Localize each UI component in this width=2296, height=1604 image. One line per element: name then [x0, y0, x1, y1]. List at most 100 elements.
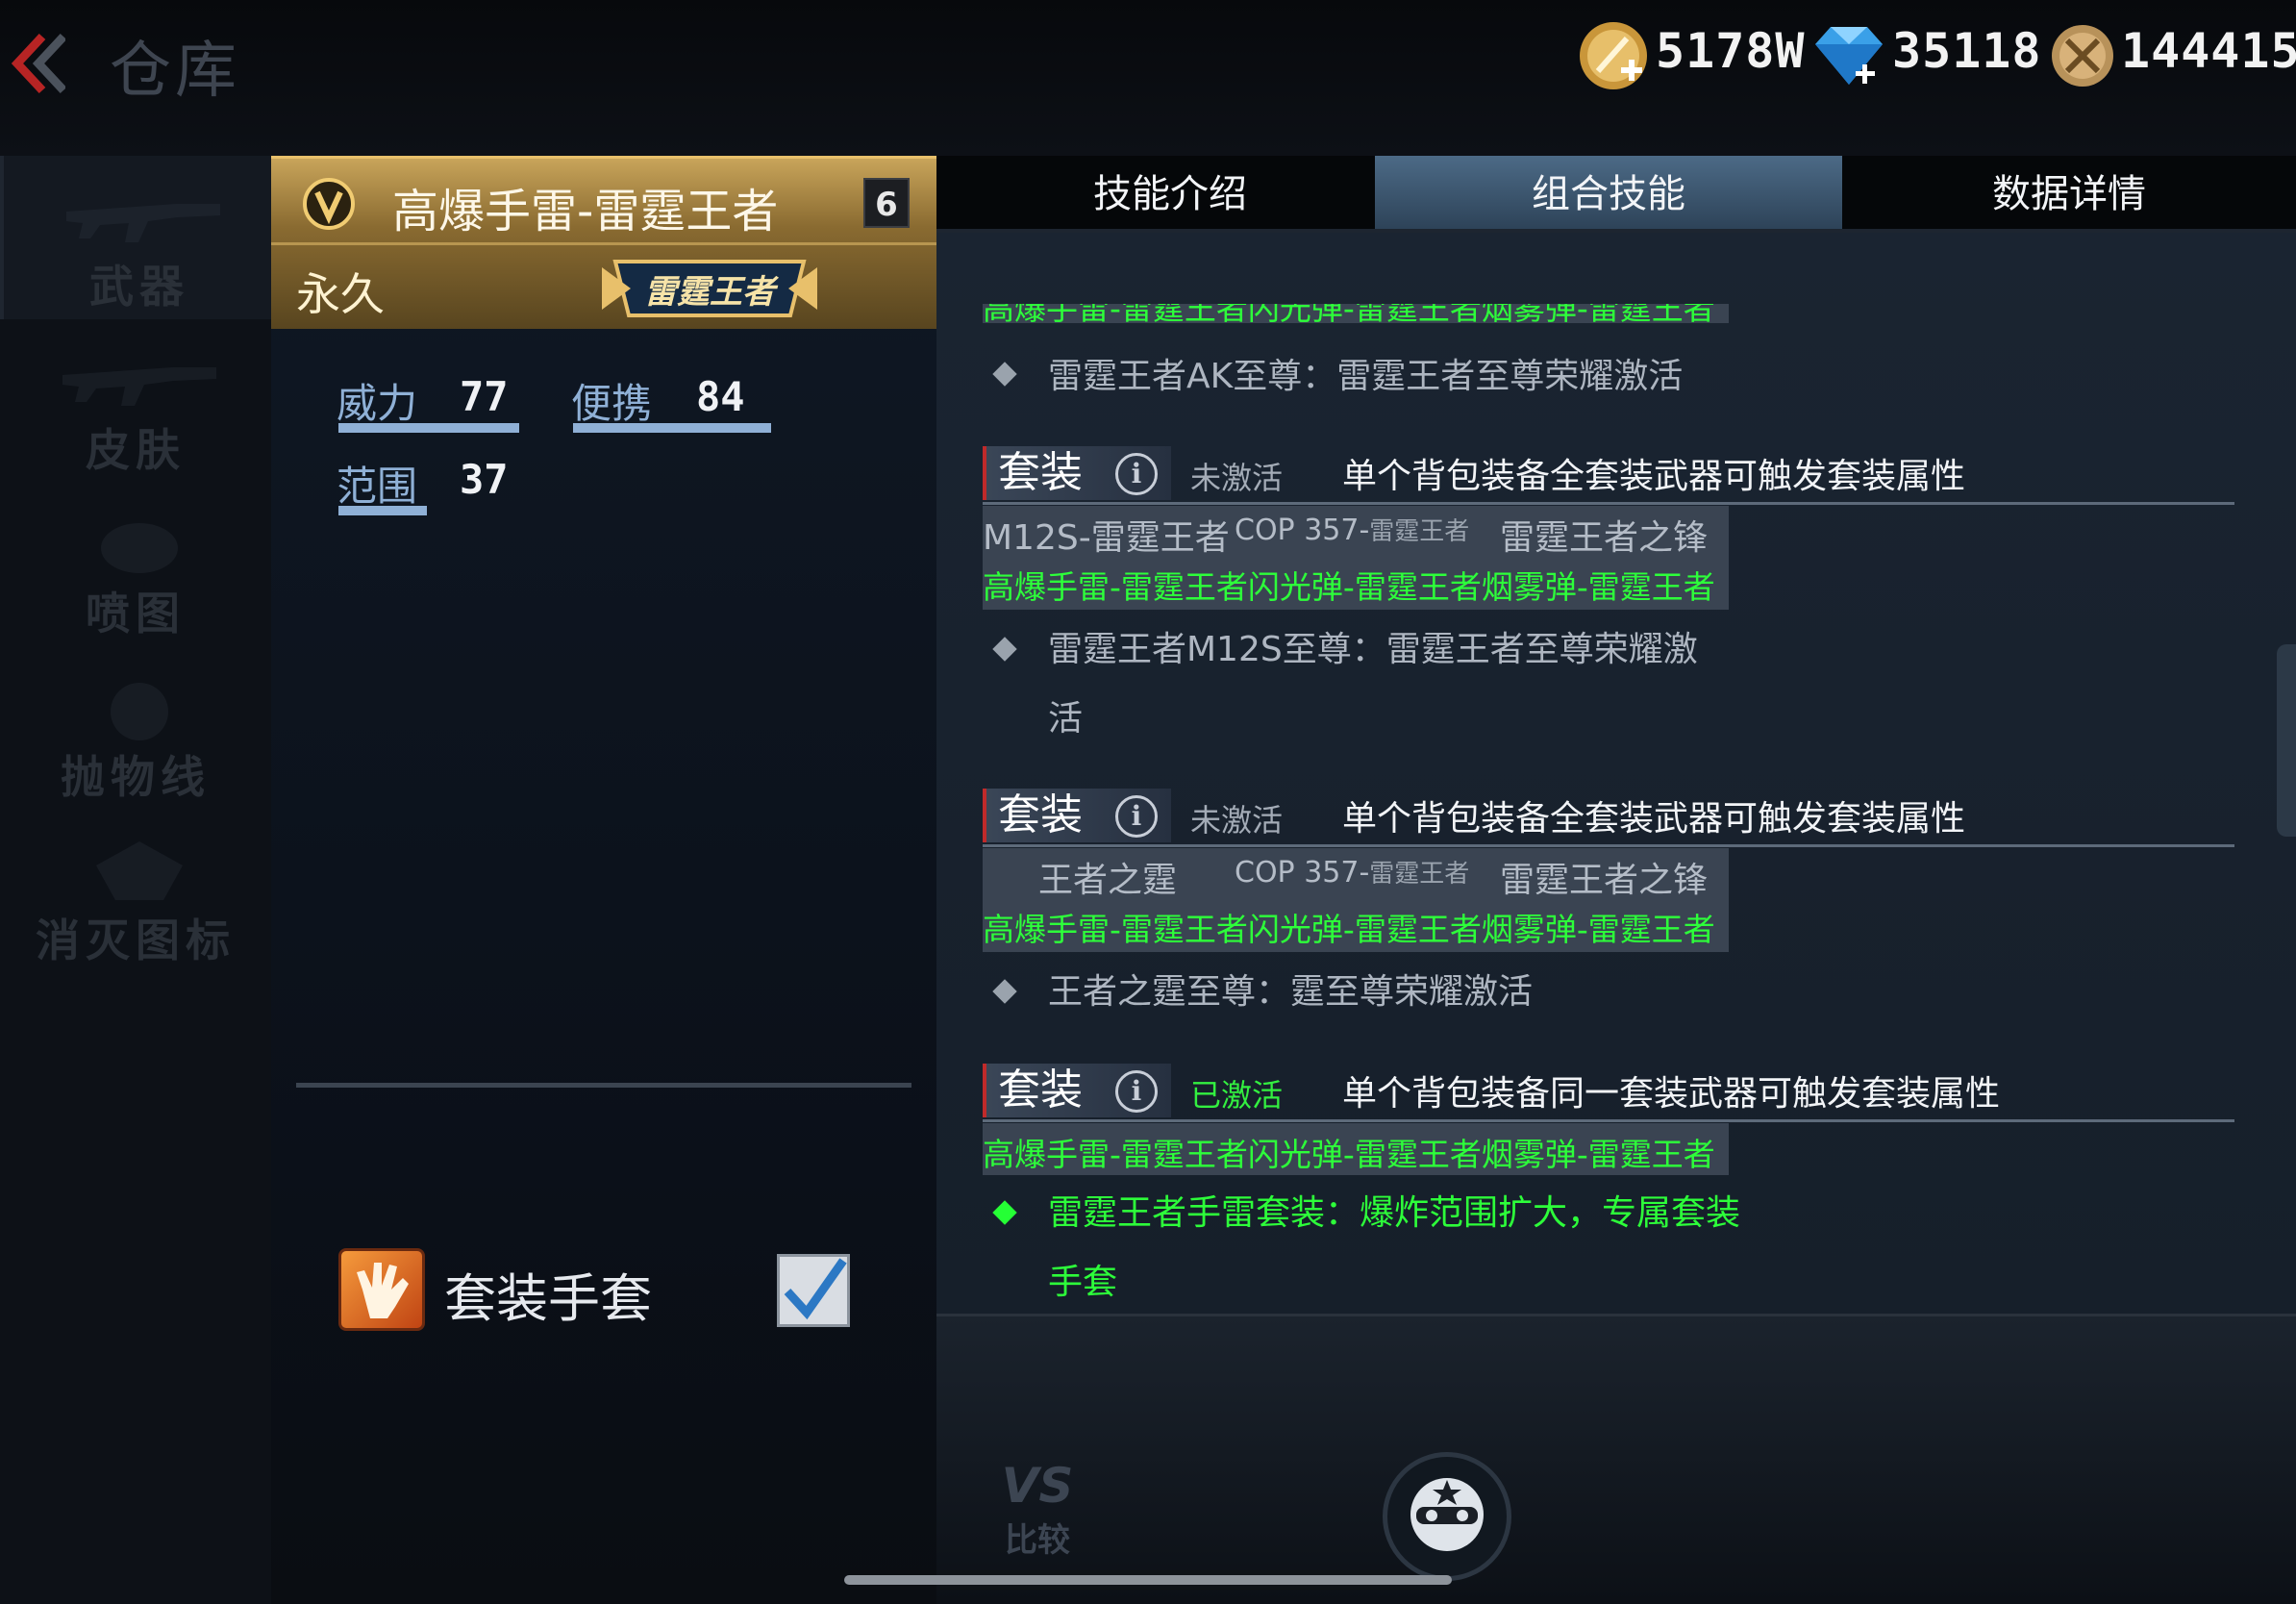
character-avatar-button[interactable]: [1383, 1452, 1511, 1581]
tab-bar: 技能介绍 组合技能 数据详情: [936, 156, 2296, 233]
home-indicator: [844, 1575, 1452, 1585]
set-bonus-text-active-cont: 手套: [1048, 1263, 1118, 1302]
bullet-icon-active: [992, 1200, 1017, 1225]
panel-divider: [296, 1083, 911, 1088]
set-description: 单个背包装备全套装武器可触发套装属性: [1342, 799, 1966, 839]
set-description: 单个背包装备同一套装武器可触发套装属性: [1342, 1074, 2001, 1114]
diamond-icon[interactable]: [1806, 19, 1892, 92]
stat-label-range: 范围: [337, 463, 418, 510]
series-badge-text: 雷霆王者: [644, 273, 775, 312]
gold-amount: 5178W: [1656, 23, 1806, 79]
set-tag-label: 套装: [998, 790, 1083, 840]
stat-bar-range: [338, 506, 427, 515]
set-glove-checkbox[interactable]: [777, 1254, 850, 1327]
stat-value-range: 37: [460, 456, 509, 503]
sidebar-item-weapons[interactable]: 武器: [0, 156, 271, 319]
side-drawer-handle[interactable]: [2277, 644, 2296, 837]
combo-skill-list[interactable]: 高爆手雷-雷霆王者闪光弹-雷霆王者烟雾弹-雷霆王者 雷霆王者AK至尊：雷霆王者至…: [936, 233, 2296, 1314]
info-icon[interactable]: i: [1115, 795, 1158, 838]
sidebar-item-kill-icons[interactable]: 消灭图标: [0, 810, 271, 973]
set-weapon-b: COP 357-雷霆王者: [1235, 512, 1469, 547]
sidebar-item-sprays[interactable]: 喷图: [0, 483, 271, 646]
set-divider: [983, 1119, 2234, 1122]
set-weapon-box: M12S-雷霆王者 COP 357-雷霆王者 雷霆王者之锋 高爆手雷-雷霆王者闪…: [983, 506, 1729, 610]
stat-label-power: 威力: [337, 380, 418, 427]
set-weapon-list-green: 高爆手雷-雷霆王者闪光弹-雷霆王者烟雾弹-雷霆王者: [983, 911, 1715, 948]
stat-value-portability: 84: [696, 373, 745, 420]
header-divider: [271, 242, 936, 245]
sidebar-item-label: 皮肤: [86, 424, 186, 476]
rifle-skin-icon: [62, 367, 216, 406]
glove-icon: [338, 1248, 425, 1331]
set-weapon-box: 王者之霆 COP 357-雷霆王者 雷霆王者之锋 高爆手雷-雷霆王者闪光弹-雷霆…: [983, 848, 1729, 952]
set-status-active: 已激活: [1190, 1077, 1284, 1114]
rifle-icon: [66, 204, 220, 242]
vs-icon: VS: [1001, 1458, 1074, 1514]
bullet-icon: [992, 362, 1017, 387]
set-weapon-a: M12S-雷霆王者: [983, 518, 1230, 558]
tab-data-details[interactable]: 数据详情: [1842, 156, 2296, 233]
stat-bar-portability: [573, 423, 771, 433]
compare-label: 比较: [1005, 1521, 1070, 1560]
item-name: 高爆手雷-雷霆王者: [392, 185, 779, 238]
sidebar-item-label: 消灭图标: [36, 915, 236, 966]
weapon-preview-area: [936, 1314, 2296, 1604]
duration-label: 永久: [296, 268, 385, 320]
series-badge-logo: 雷霆王者: [602, 254, 817, 323]
honor-medal-icon[interactable]: [2046, 19, 2119, 92]
set-tag-label: 套装: [998, 1065, 1083, 1115]
set-weapon-list-green: 高爆手雷-雷霆王者闪光弹-雷霆王者烟雾弹-雷霆王者: [983, 304, 1715, 323]
sidebar-item-label: 抛物线: [61, 751, 211, 803]
set-weapon-row: 高爆手雷-雷霆王者闪光弹-雷霆王者烟雾弹-雷霆王者: [983, 304, 1729, 323]
set-weapon-c: 雷霆王者之锋: [1500, 518, 1709, 558]
set-weapon-b-sub: 雷霆王者: [1369, 517, 1470, 546]
set-weapon-a: 王者之霆: [1038, 861, 1178, 900]
info-icon[interactable]: i: [1115, 453, 1158, 495]
spray-icon: [101, 523, 178, 573]
set-status-inactive: 未激活: [1190, 802, 1284, 839]
checkmark-icon: [784, 1258, 847, 1320]
sidebar-item-trajectory[interactable]: 抛物线: [0, 646, 271, 810]
set-bonus-text-cont: 活: [1048, 699, 1084, 739]
set-tag: 套装 i: [983, 446, 1171, 500]
stat-label-portability: 便携: [571, 380, 653, 427]
kill-icon: [96, 841, 183, 900]
set-weapon-box: 高爆手雷-雷霆王者闪光弹-雷霆王者烟雾弹-雷霆王者: [983, 1123, 1729, 1175]
set-bonus-text-active: 雷霆王者手雷套装：爆炸范围扩大，专属套装: [1048, 1193, 1741, 1233]
sidebar-item-label: 武器: [89, 261, 189, 313]
tab-combo-skills[interactable]: 组合技能: [1375, 156, 1842, 233]
set-bonus-text: 王者之霆至尊：霆至尊荣耀激活: [1048, 972, 1534, 1012]
soldier-mask-icon: [1410, 1478, 1484, 1551]
gold-coin-icon[interactable]: [1577, 19, 1650, 92]
page-title: 仓库: [110, 36, 240, 107]
set-status-inactive: 未激活: [1190, 460, 1284, 496]
set-tag: 套装 i: [983, 789, 1171, 842]
bullet-icon: [992, 979, 1017, 1004]
set-weapon-list-green: 高爆手雷-雷霆王者闪光弹-雷霆王者烟雾弹-雷霆王者: [983, 568, 1715, 606]
set-bonus-text: 雷霆王者M12S至尊：雷霆王者至尊荣耀激: [1048, 630, 1698, 669]
level-badge: 6: [863, 178, 910, 228]
set-weapon-list-green: 高爆手雷-雷霆王者闪光弹-雷霆王者烟雾弹-雷霆王者: [983, 1136, 1715, 1173]
bullet-icon: [992, 637, 1017, 662]
stat-value-power: 77: [460, 373, 509, 420]
compare-button[interactable]: VS 比较: [985, 1458, 1090, 1561]
info-icon[interactable]: i: [1115, 1070, 1158, 1113]
sidebar-item-label: 喷图: [86, 588, 186, 639]
sidebar-item-skins[interactable]: 皮肤: [0, 319, 271, 483]
tab-skill-intro[interactable]: 技能介绍: [936, 156, 1404, 233]
set-bonus-text: 雷霆王者AK至尊：雷霆王者至尊荣耀激活: [1048, 357, 1684, 396]
set-weapon-b: COP 357-雷霆王者: [1235, 854, 1469, 890]
set-weapon-b-main: COP 357-: [1235, 856, 1370, 890]
set-description: 单个背包装备全套装武器可触发套装属性: [1342, 457, 1966, 496]
set-weapon-b-sub: 雷霆王者: [1369, 860, 1470, 889]
diamond-amount: 35118: [1892, 23, 2042, 79]
back-chevron-icon[interactable]: [8, 29, 67, 98]
stat-bar-power: [338, 423, 519, 433]
set-weapon-c: 雷霆王者之锋: [1500, 861, 1709, 900]
vip-v-icon: [302, 177, 356, 231]
honor-amount: 144415: [2121, 23, 2296, 79]
set-divider: [983, 502, 2234, 505]
set-glove-label: 套装手套: [444, 1268, 652, 1329]
set-tag-label: 套装: [998, 448, 1083, 497]
set-weapon-b-main: COP 357-: [1235, 514, 1370, 547]
